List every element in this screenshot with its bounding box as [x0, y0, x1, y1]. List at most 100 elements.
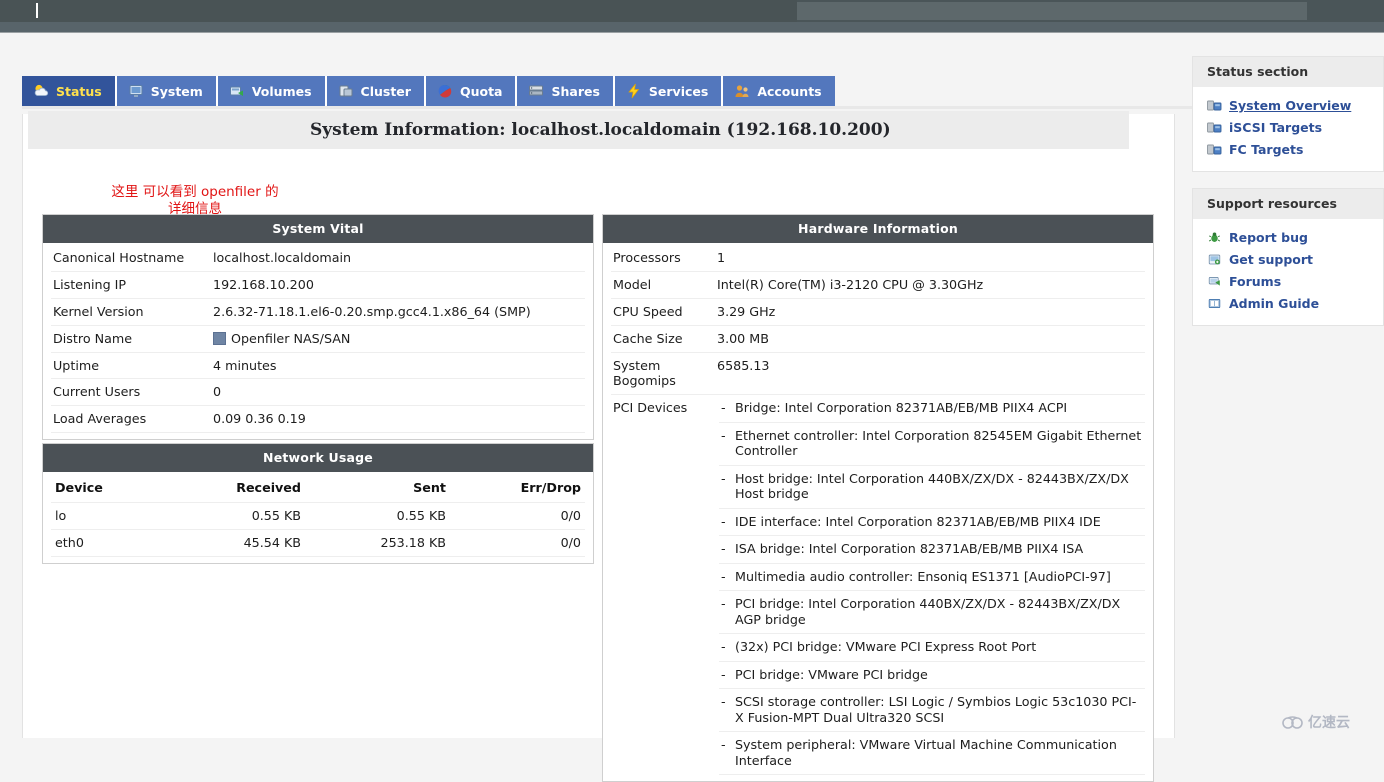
browser-tab-active[interactable] — [0, 0, 797, 22]
book-icon — [1207, 297, 1222, 310]
row-value: 0 — [211, 379, 585, 406]
table-cell: 0/0 — [450, 503, 585, 530]
pci-devices-list: Bridge: Intel Corporation 82371AB/EB/MB … — [719, 395, 1145, 775]
row-value: localhost.localdomain — [211, 245, 585, 271]
table-row: Current Users0 — [51, 379, 585, 406]
table-row: Kernel Version2.6.32-71.18.1.el6-0.20.sm… — [51, 298, 585, 325]
support-icon — [1207, 253, 1222, 266]
list-item: Host bridge: Intel Corporation 440BX/ZX/… — [719, 466, 1145, 509]
list-item: Bridge: Intel Corporation 82371AB/EB/MB … — [719, 395, 1145, 422]
row-key: CPU Speed — [611, 298, 715, 325]
tab-label: Cluster — [361, 84, 411, 99]
system-vital-panel: System Vital Canonical Hostnamelocalhost… — [42, 214, 594, 440]
page-body: Status System Volumes Cluster Quota SharesSer… — [0, 34, 1384, 704]
sidebar-item-label: System Overview — [1229, 98, 1351, 113]
table-row: CPU Speed3.29 GHz — [611, 298, 1145, 325]
sidebar-item-get-support[interactable]: Get support — [1207, 249, 1383, 271]
browser-tab-inactive[interactable] — [797, 2, 1307, 20]
row-key: Processors — [611, 245, 715, 271]
sidebar-item-system-overview[interactable]: System Overview — [1207, 95, 1383, 117]
stack-icon — [338, 83, 354, 99]
row-key: Distro Name — [51, 325, 211, 352]
hardware-information-panel: Hardware Information Processors1ModelInt… — [602, 214, 1154, 782]
list-item: SCSI storage controller: LSI Logic / Sym… — [719, 689, 1145, 732]
right-sidebar: Status section System Overview iSCSI Targ… — [1192, 34, 1384, 342]
list-item: Ethernet controller: Intel Corporation 8… — [719, 423, 1145, 466]
table-cell: 45.54 KB — [161, 530, 305, 557]
row-value: 6585.13 — [715, 352, 1145, 395]
list-item: (32x) PCI bridge: VMware PCI Express Roo… — [719, 634, 1145, 661]
table-row: Uptime4 minutes — [51, 352, 585, 379]
row-value: 2.6.32-71.18.1.el6-0.20.smp.gcc4.1.x86_6… — [211, 298, 585, 325]
tab-shares[interactable]: Shares — [517, 76, 614, 106]
sidebar-item-label: Get support — [1229, 252, 1313, 267]
annotation-overlay: 这里 可以看到 openfiler 的 详细信息 — [70, 184, 320, 218]
tab-status[interactable]: Status — [22, 76, 117, 106]
pci-devices-label: PCI Devices — [611, 395, 715, 775]
table-cell: 0.55 KB — [305, 503, 450, 530]
hardware-information-title: Hardware Information — [603, 215, 1153, 243]
tab-label: Status — [56, 84, 102, 99]
row-value: 0.09 0.36 0.19 — [211, 406, 585, 433]
main-navigation-tabs[interactable]: Status System Volumes Cluster Quota SharesSer… — [22, 76, 835, 106]
row-value: 192.168.10.200 — [211, 271, 585, 298]
sidebar-item-iscsi-targets[interactable]: iSCSI Targets — [1207, 117, 1383, 139]
tab-services[interactable]: Services — [615, 76, 723, 106]
pci-devices-list-cell: Bridge: Intel Corporation 82371AB/EB/MB … — [715, 395, 1145, 775]
row-key: Model — [611, 271, 715, 298]
sidebar-item-admin-guide[interactable]: Admin Guide — [1207, 293, 1383, 315]
list-item: ISA bridge: Intel Corporation 82371AB/EB… — [719, 536, 1145, 563]
table-row: Listening IP192.168.10.200 — [51, 271, 585, 298]
table-row: Load Averages0.09 0.36 0.19 — [51, 406, 585, 433]
table-row: lo0.55 KB0.55 KB0/0 — [51, 503, 585, 530]
sidebar-item-label: Admin Guide — [1229, 296, 1319, 311]
system-vital-title: System Vital — [43, 215, 593, 243]
column-header: Err/Drop — [450, 474, 585, 503]
tab-label: System — [151, 84, 203, 99]
network-usage-panel: Network Usage DeviceReceivedSentErr/Drop… — [42, 443, 594, 564]
table-cell: 0.55 KB — [161, 503, 305, 530]
tab-system[interactable]: System — [117, 76, 218, 106]
sidebar-item-label: Report bug — [1229, 230, 1308, 245]
server-icon — [528, 83, 544, 99]
sun-cloud-icon — [33, 83, 49, 99]
hardware-information-table: Processors1ModelIntel(R) Core(TM) i3-212… — [611, 245, 1145, 775]
browser-chrome-bar — [0, 0, 1384, 22]
bug-icon — [1207, 231, 1222, 244]
pie-chart-icon — [437, 83, 453, 99]
support-resources-list[interactable]: Report bug Get support Forums Admin Guide — [1193, 219, 1383, 315]
row-key: Listening IP — [51, 271, 211, 298]
tab-accounts[interactable]: Accounts — [723, 76, 834, 106]
table-row: Cache Size3.00 MB — [611, 325, 1145, 352]
table-header-row: DeviceReceivedSentErr/Drop — [51, 474, 585, 503]
table-row: Processors1 — [611, 245, 1145, 271]
tab-quota[interactable]: Quota — [426, 76, 518, 106]
system-vital-table: Canonical Hostnamelocalhost.localdomainL… — [51, 245, 585, 433]
status-section-list[interactable]: System Overview iSCSI TargetsFC Targets — [1193, 87, 1383, 161]
sidebar-item-forums[interactable]: Forums — [1207, 271, 1383, 293]
table-row: eth045.54 KB253.18 KB0/0 — [51, 530, 585, 557]
tab-volumes[interactable]: Volumes — [218, 76, 327, 106]
row-value: 3.29 GHz — [715, 298, 1145, 325]
row-key: Load Averages — [51, 406, 211, 433]
watermark-text: 亿速云 — [1308, 712, 1350, 732]
tabbar-underline — [22, 106, 1362, 109]
column-header: Received — [161, 474, 305, 503]
server-small-icon — [1207, 143, 1222, 156]
support-resources-box: Support resources Report bugGet supportF… — [1192, 188, 1384, 326]
pci-devices-row: PCI DevicesBridge: Intel Corporation 823… — [611, 395, 1145, 775]
text-caret — [36, 3, 38, 18]
row-value: 1 — [715, 245, 1145, 271]
row-key: Current Users — [51, 379, 211, 406]
people-icon — [734, 83, 750, 99]
row-value-text: Openfiler NAS/SAN — [231, 331, 350, 346]
status-section-title: Status section — [1193, 57, 1383, 87]
sidebar-item-report-bug[interactable]: Report bug — [1207, 227, 1383, 249]
disk-arrow-icon — [229, 83, 245, 99]
sidebar-item-fc-targets[interactable]: FC Targets — [1207, 139, 1383, 161]
tab-cluster[interactable]: Cluster — [327, 76, 426, 106]
list-item: IDE interface: Intel Corporation 82371AB… — [719, 509, 1145, 536]
tab-label: Quota — [460, 84, 503, 99]
server-small-icon — [1207, 121, 1222, 134]
annotation-line-2: 详细信息 — [70, 201, 320, 218]
